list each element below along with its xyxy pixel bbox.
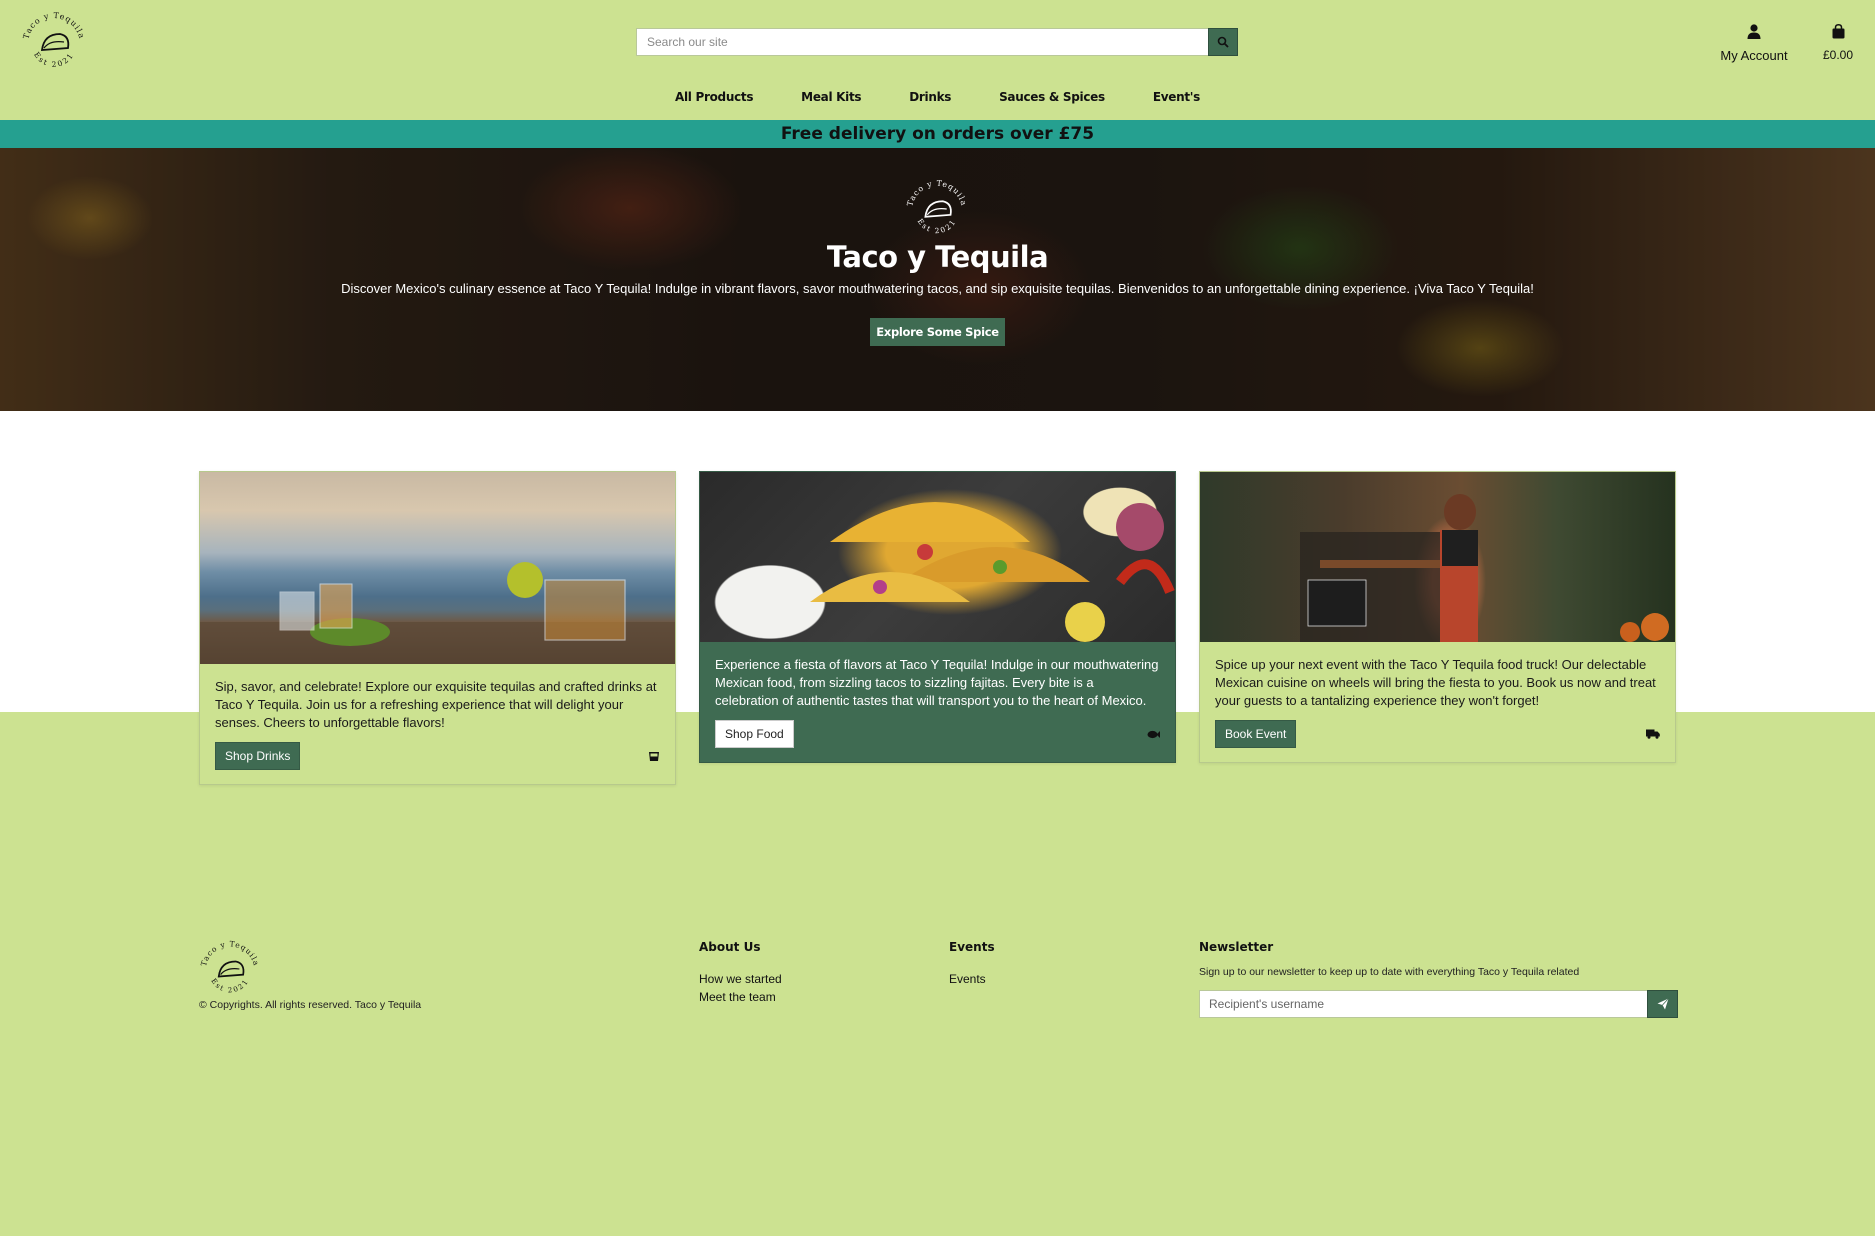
food-image [700,472,1175,642]
drinks-card-footer: Shop Drinks [200,732,675,784]
food-card: Experience a fiesta of flavors at Taco Y… [699,471,1176,763]
my-account-link[interactable]: My Account [1710,24,1798,63]
fish-icon [1147,730,1160,738]
drinks-card-text: Sip, savor, and celebrate! Explore our e… [215,679,657,730]
event-card-footer: Book Event [1200,710,1675,762]
copyright-text: © Copyrights. All rights reserved. Taco … [199,999,422,1011]
svg-text:Est 2021: Est 2021 [32,50,76,69]
newsletter-description: Sign up to our newsletter to keep up to … [1199,966,1580,978]
events-column: Events Events [949,940,995,988]
nav-item-sauces-spices[interactable]: Sauces & Spices [975,90,1129,104]
footer-logo: Taco y Tequila Est 2021 [198,938,262,1000]
glass-icon [649,751,659,761]
hero-banner: Taco y Tequila Est 2021 Taco y Tequila D… [0,148,1875,411]
search-button[interactable] [1208,28,1238,56]
hero-logo: Taco y Tequila Est 2021 [902,178,972,240]
about-us-heading: About Us [699,940,761,954]
search-bar [636,28,1238,56]
svg-text:Est 2021: Est 2021 [209,977,250,995]
taco-logo-icon: Taco y Tequila Est 2021 [199,939,261,995]
site-header: Taco y Tequila Est 2021 My Account [0,0,1875,120]
newsletter-form [1199,990,1678,1018]
promo-banner: Free delivery on orders over £75 [0,120,1875,148]
about-us-column: About Us How we started Meet the team [699,940,782,1006]
hero-content: Taco y Tequila Est 2021 Taco y Tequila D… [0,148,1875,411]
brand-logo[interactable]: Taco y Tequila Est 2021 [20,10,88,74]
search-input[interactable] [636,28,1208,56]
book-event-button[interactable]: Book Event [1215,720,1297,748]
svg-text:Est 2021: Est 2021 [916,217,958,235]
event-card: Spice up your next event with the Taco Y… [1199,471,1676,763]
cart-link[interactable]: £0.00 [1816,24,1860,62]
food-card-footer: Shop Food [700,710,1175,762]
hero-title: Taco y Tequila [826,240,1049,274]
cart-total: £0.00 [1822,48,1854,62]
newsletter-column: Newsletter Sign up to our newsletter to … [1199,940,1678,1018]
paper-plane-icon [1657,998,1669,1010]
nav-item-drinks[interactable]: Drinks [885,90,975,104]
newsletter-submit-button[interactable] [1647,990,1678,1018]
newsletter-email-input[interactable] [1199,990,1648,1018]
shopping-bag-icon [1832,24,1844,39]
search-icon [1217,36,1229,48]
newsletter-heading: Newsletter [1199,940,1274,954]
events-heading: Events [949,940,995,954]
event-card-text: Spice up your next event with the Taco Y… [1215,657,1656,708]
taco-logo-icon: Taco y Tequila Est 2021 [905,179,968,236]
shop-drinks-button[interactable]: Shop Drinks [215,742,301,770]
svg-text:Taco y Tequila: Taco y Tequila [22,11,87,40]
meet-the-team-link[interactable]: Meet the team [699,988,782,1006]
nav-item-events[interactable]: Event's [1129,90,1224,104]
svg-text:Taco y Tequila: Taco y Tequila [905,179,968,208]
taco-logo-icon: Taco y Tequila Est 2021 [22,11,87,69]
account-label: My Account [1720,48,1788,63]
shop-food-button[interactable]: Shop Food [715,720,794,748]
user-icon [1747,24,1761,39]
nav-item-meal-kits[interactable]: Meal Kits [777,90,885,104]
svg-text:Taco y Tequila: Taco y Tequila [199,939,261,967]
explore-spice-button[interactable]: Explore Some Spice [870,318,1005,346]
drinks-image [200,472,675,664]
main-nav: All Products Meal Kits Drinks Sauces & S… [0,90,1875,104]
truck-icon [1646,729,1660,739]
events-link[interactable]: Events [949,970,995,988]
nav-item-all-products[interactable]: All Products [651,90,777,104]
food-truck-image [1200,472,1675,642]
promo-text: Free delivery on orders over £75 [780,124,1095,144]
food-card-text: Experience a fiesta of flavors at Taco Y… [715,657,1159,708]
hero-description: Discover Mexico's culinary essence at Ta… [341,281,1534,296]
drinks-card: Sip, savor, and celebrate! Explore our e… [199,471,676,785]
how-we-started-link[interactable]: How we started [699,970,782,988]
